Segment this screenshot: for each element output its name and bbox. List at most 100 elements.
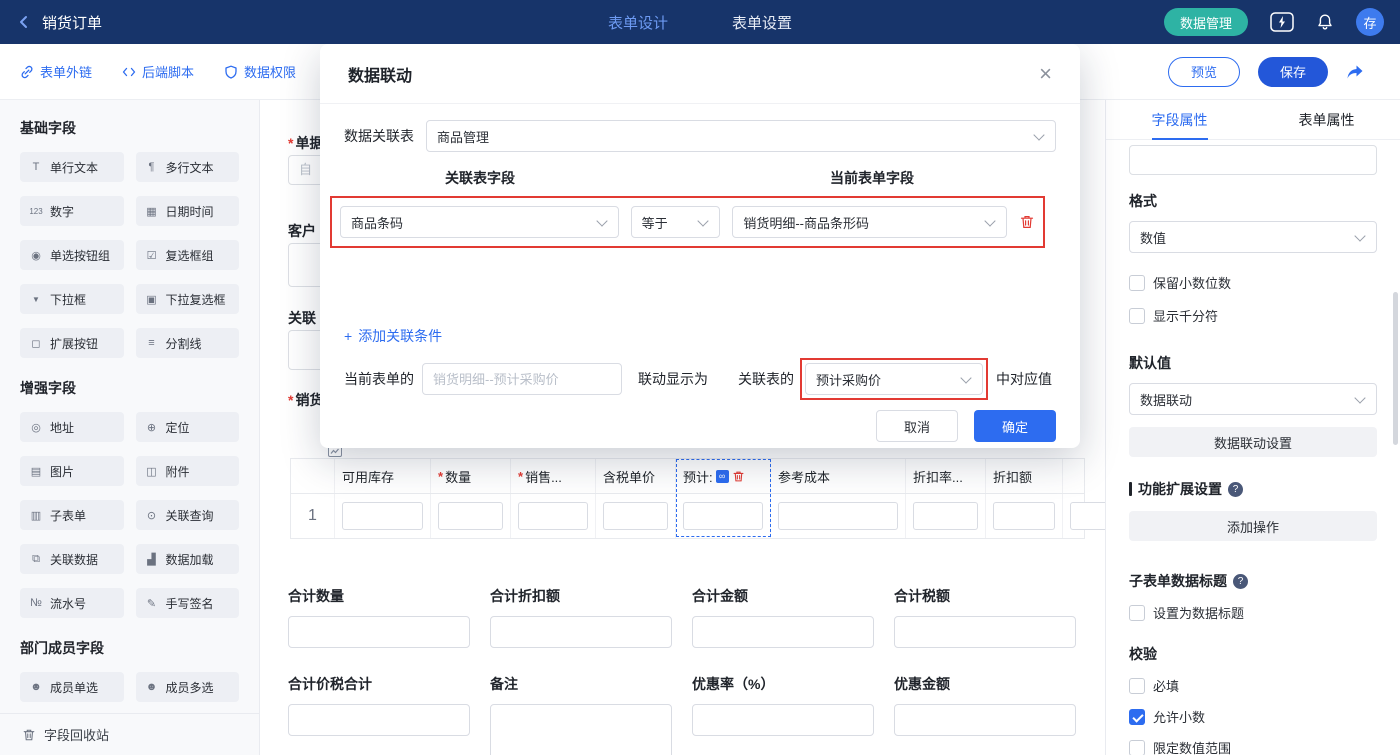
back-icon[interactable] [16, 14, 32, 30]
checkbox-set-data-title[interactable]: 设置为数据标题 [1129, 603, 1377, 622]
data-manage-button[interactable]: 数据管理 [1164, 8, 1248, 36]
summary-input[interactable] [288, 616, 470, 648]
table-cell-input[interactable] [913, 502, 978, 530]
field-item-extend-button[interactable]: ◻扩展按钮 [20, 328, 124, 358]
confirm-button[interactable]: 确定 [974, 410, 1056, 442]
field-item-multi-line-text[interactable]: ¶多行文本 [136, 152, 240, 182]
field-item-member-single[interactable]: ☻成员单选 [20, 672, 124, 702]
preview-button[interactable]: 预览 [1168, 57, 1240, 87]
help-icon[interactable]: ? [1228, 482, 1243, 497]
form-external-link[interactable]: 表单外链 [20, 62, 92, 81]
default-value-select[interactable]: 数据联动 [1129, 383, 1377, 415]
column-header-discount-rate[interactable]: 折扣率... [906, 459, 986, 493]
field-item-datetime[interactable]: ▦日期时间 [136, 196, 240, 226]
table-cell-input[interactable] [342, 502, 423, 530]
format-select[interactable]: 数值 [1129, 221, 1377, 253]
linkage-settings-button[interactable]: 数据联动设置 [1129, 427, 1377, 457]
remark-textarea[interactable] [490, 704, 672, 755]
checkbox-keep-decimal[interactable]: 保留小数位数 [1129, 273, 1377, 292]
save-button[interactable]: 保存 [1258, 57, 1328, 87]
column-header-ref-cost[interactable]: 参考成本 [771, 459, 906, 493]
target-field-select[interactable]: 预计采购价 [805, 363, 983, 395]
backend-script-link[interactable]: 后端脚本 [122, 62, 194, 81]
field-item-number[interactable]: 123数字 [20, 196, 124, 226]
link-icon [20, 65, 34, 79]
field-recycle-bin[interactable]: 字段回收站 [0, 713, 259, 755]
image-icon: ▤ [28, 465, 44, 478]
page-title: 销货订单 [42, 12, 102, 33]
source-field-input[interactable] [422, 363, 622, 395]
panel-scrollbar[interactable] [1393, 292, 1398, 445]
field-item-checkbox-group[interactable]: ☑复选框组 [136, 240, 240, 270]
add-action-button[interactable]: 添加操作 [1129, 511, 1377, 541]
tab-form-properties[interactable]: 表单属性 [1253, 100, 1400, 139]
plus-icon: + [344, 328, 352, 344]
field-name-input[interactable] [1129, 145, 1377, 175]
delete-column-icon[interactable] [732, 470, 745, 483]
field-item-data-load[interactable]: ▟数据加载 [136, 544, 240, 574]
checkbox-allow-decimal[interactable]: 允许小数 [1129, 707, 1377, 726]
relation-table-select[interactable]: 商品管理 [426, 120, 1056, 152]
number-icon: 123 [28, 207, 44, 216]
checkbox-thousand-separator[interactable]: 显示千分符 [1129, 306, 1377, 325]
table-cell-input[interactable] [603, 502, 668, 530]
divider-icon: ≡ [144, 337, 160, 349]
field-item-relation-data[interactable]: ⧉关联数据 [20, 544, 124, 574]
summary-input[interactable] [894, 616, 1076, 648]
table-cell-input[interactable] [993, 502, 1055, 530]
field-item-signature[interactable]: ✎手写签名 [136, 588, 240, 618]
summary-input[interactable] [692, 616, 874, 648]
field-item-serial-number[interactable]: №流水号 [20, 588, 124, 618]
column-header-discount-amount[interactable]: 折扣额 [986, 459, 1063, 493]
table-cell-input[interactable] [683, 502, 763, 530]
summary-input[interactable] [288, 704, 470, 736]
field-item-attachment[interactable]: ◫附件 [136, 456, 240, 486]
field-item-relation-query[interactable]: ⊙关联查询 [136, 500, 240, 530]
subform-icon: ▥ [28, 509, 44, 522]
table-cell-input[interactable] [438, 502, 503, 530]
backend-script-label: 后端脚本 [142, 62, 194, 81]
share-icon[interactable] [1346, 64, 1364, 80]
operator-select[interactable]: 等于 [631, 206, 721, 238]
field-item-address[interactable]: ◎地址 [20, 412, 124, 442]
field-item-image[interactable]: ▤图片 [20, 456, 124, 486]
summary-input[interactable] [490, 616, 672, 648]
summary-input[interactable] [692, 704, 874, 736]
relation-field-select[interactable]: 商品条码 [340, 206, 619, 238]
field-item-location[interactable]: ⊕定位 [136, 412, 240, 442]
column-header-tax-price[interactable]: 含税单价 [596, 459, 676, 493]
delete-condition-icon[interactable] [1019, 214, 1035, 230]
column-header-quantity[interactable]: *数量 [431, 459, 511, 493]
field-item-radio-group[interactable]: ◉单选按钮组 [20, 240, 124, 270]
checkbox-limit-range[interactable]: 限定数值范围 [1129, 738, 1377, 755]
add-condition-link[interactable]: + 添加关联条件 [344, 326, 442, 346]
close-icon[interactable]: × [1039, 63, 1052, 85]
column-header-sales[interactable]: *销售... [511, 459, 596, 493]
table-cell-input[interactable] [518, 502, 588, 530]
data-permission-label: 数据权限 [244, 62, 296, 81]
avatar[interactable]: 存 [1356, 8, 1384, 36]
extension-section-header: 功能扩展设置 ? [1129, 479, 1377, 499]
cancel-button[interactable]: 取消 [876, 410, 958, 442]
checkbox-required[interactable]: 必填 [1129, 676, 1377, 695]
tab-form-settings[interactable]: 表单设置 [732, 12, 792, 33]
field-item-subform[interactable]: ▥子表单 [20, 500, 124, 530]
field-item-dropdown[interactable]: ▼下拉框 [20, 284, 124, 314]
field-item-dropdown-multi[interactable]: ▣下拉复选框 [136, 284, 240, 314]
data-permission-link[interactable]: 数据权限 [224, 62, 296, 81]
column-header-estimate[interactable]: 预计: ∞ [676, 459, 771, 493]
flash-icon[interactable] [1270, 12, 1294, 32]
field-item-divider[interactable]: ≡分割线 [136, 328, 240, 358]
table-cell-input[interactable] [778, 502, 898, 530]
field-item-member-multi[interactable]: ☻成员多选 [136, 672, 240, 702]
tab-field-properties[interactable]: 字段属性 [1106, 100, 1253, 139]
bell-icon[interactable] [1316, 13, 1334, 31]
row-index-header [291, 459, 335, 493]
column-header-stock[interactable]: 可用库存 [335, 459, 431, 493]
field-item-single-line-text[interactable]: T单行文本 [20, 152, 124, 182]
tab-form-design[interactable]: 表单设计 [608, 12, 668, 33]
current-form-field-select[interactable]: 销货明细--商品条形码 [732, 206, 1007, 238]
table-cell-input[interactable] [1070, 502, 1105, 530]
summary-input[interactable] [894, 704, 1076, 736]
help-icon[interactable]: ? [1233, 574, 1248, 589]
